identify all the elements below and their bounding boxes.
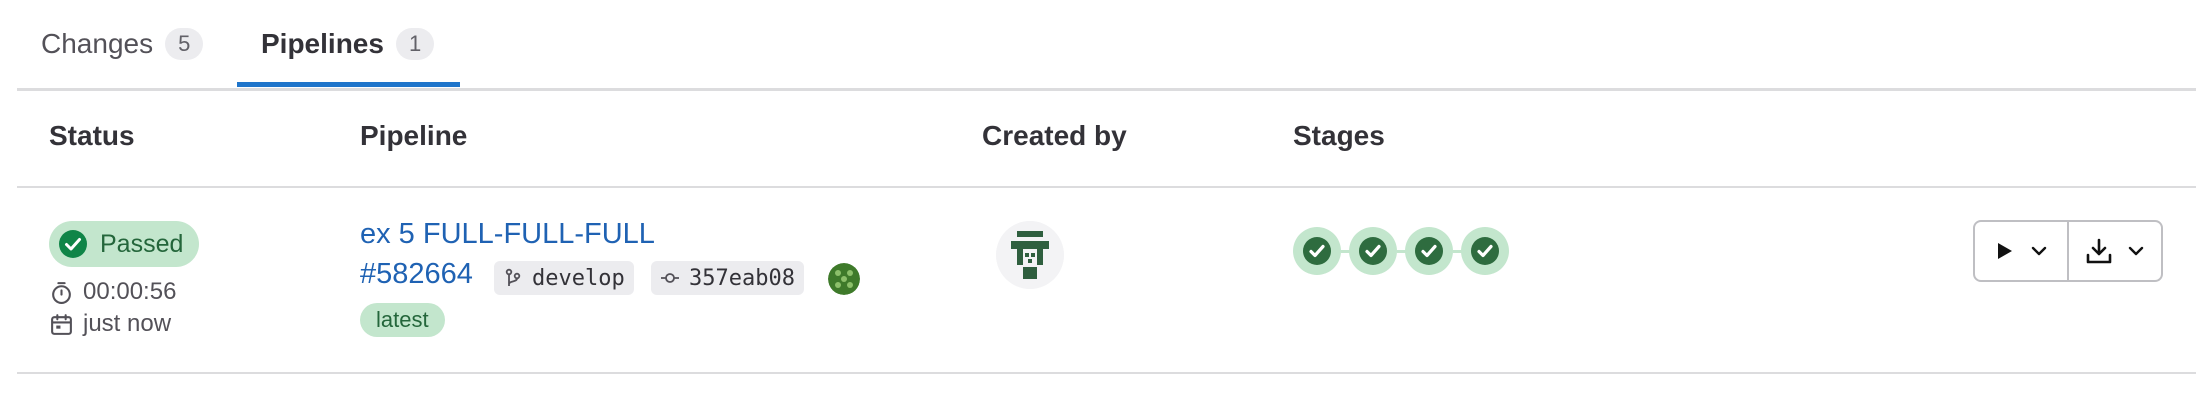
column-header-pipeline: Pipeline: [360, 120, 468, 151]
commit-ref[interactable]: 357eab08: [651, 261, 804, 295]
creator-avatar[interactable]: [996, 221, 1064, 289]
stage-status-icon[interactable]: [1349, 227, 1397, 275]
run-manual-jobs-button[interactable]: [1973, 220, 2069, 282]
stage-status-icon[interactable]: [1405, 227, 1453, 275]
tab-pipelines-count: 1: [395, 28, 435, 60]
pipeline-name-link[interactable]: ex 5 FULL-FULL-FULL: [360, 218, 655, 251]
header-divider: [17, 186, 2196, 188]
branch-ref[interactable]: develop: [494, 261, 634, 295]
commit-icon: [661, 273, 679, 283]
commit-author-avatar[interactable]: [828, 263, 860, 295]
status-label: Passed: [100, 229, 184, 258]
pipeline-id-link[interactable]: #582664: [360, 258, 473, 291]
tab-changes-count: 5: [165, 28, 204, 60]
merge-request-pipelines-panel: Changes 5 Pipelines 1 Status Pipeline Cr…: [0, 0, 2212, 416]
calendar-icon: [51, 313, 72, 335]
stage-status-icon[interactable]: [1461, 227, 1509, 275]
tab-pipelines-label: Pipelines: [261, 28, 384, 59]
branch-icon: [505, 268, 521, 286]
column-header-status: Status: [49, 120, 135, 151]
tab-pipelines[interactable]: Pipelines 1: [261, 0, 435, 88]
status-badge[interactable]: Passed: [49, 221, 200, 267]
active-tab-indicator: [237, 82, 460, 87]
latest-badge: latest: [360, 303, 445, 337]
tab-changes-label: Changes: [41, 28, 154, 59]
play-icon: [1998, 243, 2012, 259]
download-icon: [2086, 238, 2112, 264]
timer-icon: [52, 281, 71, 304]
finished-text: just now: [83, 310, 172, 337]
column-header-stages: Stages: [1293, 120, 1385, 151]
commit-sha: 357eab08: [689, 265, 795, 291]
tab-changes[interactable]: Changes 5: [41, 0, 204, 88]
pipeline-duration: 00:00:56: [49, 278, 176, 306]
row-divider: [17, 372, 2196, 374]
stage-status-icon[interactable]: [1293, 227, 1341, 275]
branch-name: develop: [532, 265, 625, 291]
check-circle-icon: [59, 230, 87, 258]
pipeline-finished: just now: [49, 310, 171, 338]
download-artifacts-button[interactable]: [2067, 220, 2163, 282]
duration-text: 00:00:56: [83, 278, 177, 305]
chevron-down-icon: [2031, 246, 2047, 256]
column-header-created-by: Created by: [982, 120, 1127, 151]
chevron-down-icon: [2128, 246, 2144, 256]
